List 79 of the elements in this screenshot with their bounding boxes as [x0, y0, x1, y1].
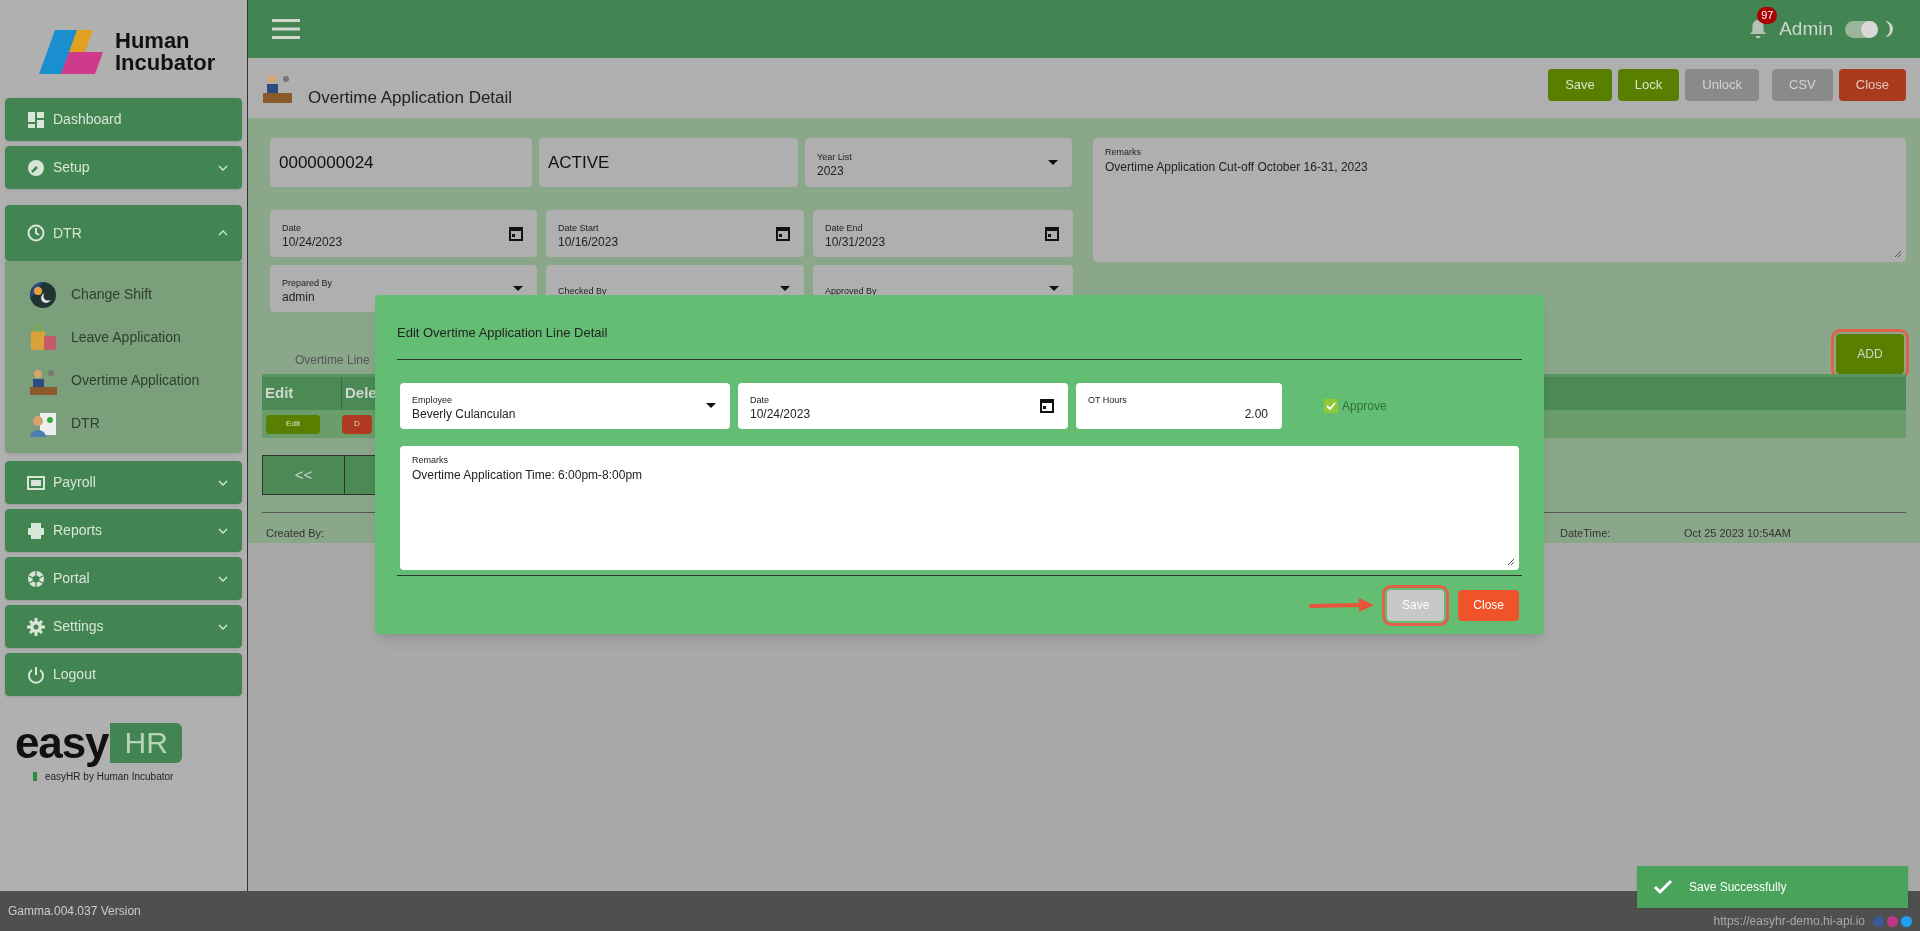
- wrench-icon: [27, 158, 45, 177]
- number-field[interactable]: 0000000024: [270, 138, 532, 187]
- printer-icon: [27, 521, 45, 540]
- caret-icon[interactable]: [780, 286, 790, 291]
- settings-icon: [27, 617, 45, 636]
- sidebar-item[interactable]: Logout: [5, 653, 242, 696]
- sidebar-item[interactable]: DTR: [5, 205, 242, 261]
- chevron-down-icon: [218, 479, 228, 486]
- brand-badge: HR: [110, 723, 182, 763]
- chevron-down-icon: [218, 575, 228, 582]
- approve-label: Approve: [1342, 397, 1387, 415]
- money-icon: [27, 473, 45, 492]
- brand-tagline: easyHR by Human Incubator: [45, 770, 174, 784]
- menu-icon[interactable]: [272, 19, 300, 39]
- chevron-down-icon: [218, 623, 228, 630]
- sidebar-item[interactable]: Setup: [5, 146, 242, 189]
- delete-button[interactable]: D: [342, 414, 372, 434]
- remarks-field[interactable]: Remarks Overtime Application Time: 6:00pm-8:00pm: [400, 445, 1519, 570]
- hours-field[interactable]: OT Hours 2.00: [1076, 382, 1282, 429]
- dialog-title: Edit Overtime Application Line Detail: [397, 324, 609, 342]
- dashboard-icon: [27, 110, 45, 129]
- resize-grip-icon[interactable]: [1507, 557, 1515, 566]
- sidebar-item[interactable]: Settings: [5, 605, 242, 648]
- employee-select[interactable]: Employee Beverly Culanculan: [400, 382, 730, 429]
- sidebar-item[interactable]: Portal: [5, 557, 242, 600]
- aperture-icon: [27, 569, 45, 588]
- edit-button[interactable]: Edit: [266, 414, 320, 434]
- power-icon: [27, 665, 45, 684]
- submenu-item[interactable]: DTR: [71, 413, 100, 434]
- date-field[interactable]: Date Start 10/16/2023: [546, 210, 804, 257]
- pointer-arrow: [1308, 597, 1375, 613]
- twitter-icon[interactable]: [1901, 915, 1912, 927]
- datetime-value: Oct 25 2023 10:54AM: [1684, 526, 1792, 541]
- chevron-down-icon: [218, 164, 228, 171]
- datetime-label: DateTime:: [1560, 526, 1612, 541]
- created-by-label: Created By:: [266, 526, 326, 541]
- sidebar-item[interactable]: Dashboard: [5, 98, 242, 141]
- calendar-icon[interactable]: [776, 226, 790, 241]
- close-button[interactable]: Close: [1458, 589, 1519, 621]
- page-title: Overtime Application Detail: [308, 87, 513, 110]
- chevron-down-icon: [218, 527, 228, 534]
- toolbar-button[interactable]: Lock: [1617, 69, 1680, 101]
- luggage-icon: [29, 323, 57, 352]
- first-page-button[interactable]: <<: [262, 455, 345, 495]
- chevron-up-icon: [218, 230, 228, 236]
- logo-text: Human Incubator: [115, 30, 217, 74]
- sidebar-item[interactable]: Payroll: [5, 461, 242, 504]
- date-field[interactable]: Date End 10/31/2023: [813, 210, 1073, 257]
- check-icon: [1653, 879, 1673, 895]
- caret-icon[interactable]: [1049, 286, 1059, 291]
- theme-toggle[interactable]: [1845, 20, 1878, 38]
- submenu-item[interactable]: Overtime Application: [71, 370, 200, 391]
- year-select[interactable]: Year List 2023: [805, 138, 1072, 187]
- overtime-line-tab[interactable]: Overtime Line: [295, 351, 370, 369]
- user-name[interactable]: Admin: [1779, 14, 1833, 44]
- submenu-item[interactable]: Change Shift: [71, 284, 152, 305]
- website-link[interactable]: https://easyhr-demo.hi-api.io: [1713, 912, 1865, 930]
- remarks-field[interactable]: Remarks Overtime Application Cut-off October 16-31, 2023: [1093, 138, 1906, 262]
- clock-icon: [27, 224, 45, 242]
- date-field[interactable]: Date 10/24/2023: [738, 382, 1068, 429]
- caret-icon[interactable]: [513, 286, 523, 291]
- toolbar-button[interactable]: Close: [1838, 69, 1906, 101]
- resize-grip-icon[interactable]: [1894, 250, 1902, 258]
- submenu-item[interactable]: Leave Application: [71, 327, 181, 348]
- status-field[interactable]: ACTIVE: [539, 138, 798, 187]
- version-text: Gamma.004.037 Version: [8, 903, 141, 920]
- caret-icon[interactable]: [706, 403, 716, 408]
- calendar-icon[interactable]: [1045, 226, 1059, 241]
- sidebar-item[interactable]: Reports: [5, 509, 242, 552]
- toolbar-button[interactable]: Save: [1548, 69, 1612, 101]
- caret-icon[interactable]: [1048, 160, 1058, 165]
- bar-mark: [33, 772, 37, 781]
- moon-sun-icon: [29, 280, 57, 309]
- date-field[interactable]: Date 10/24/2023: [270, 210, 537, 257]
- toast-message: Save Successfully: [1689, 879, 1787, 896]
- notification-badge: 97: [1757, 7, 1778, 24]
- calendar-icon[interactable]: [1040, 398, 1054, 413]
- calendar-icon[interactable]: [509, 226, 523, 241]
- bell-icon[interactable]: [1749, 19, 1768, 39]
